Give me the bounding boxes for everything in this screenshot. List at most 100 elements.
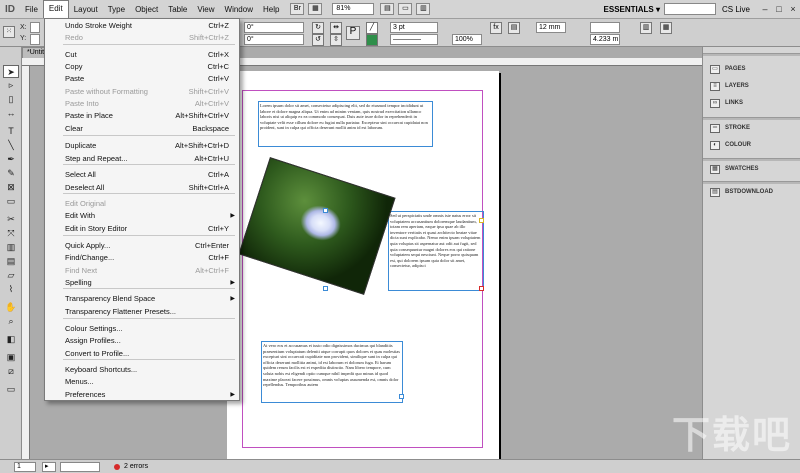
page-nav-icon[interactable]: ▸: [42, 462, 56, 472]
free-transform-tool-icon[interactable]: ⤧: [3, 227, 19, 240]
dimension-field-2[interactable]: [590, 22, 620, 33]
fill-swatch-icon[interactable]: ╱: [366, 22, 378, 34]
text-frame-top[interactable]: Lorem ipsum dolor sit amet, consectetur …: [258, 101, 433, 147]
dimension-field-1[interactable]: 12 mm: [536, 22, 566, 33]
gradient-swatch-tool-icon[interactable]: ▥: [3, 241, 19, 254]
rotation-field[interactable]: 0°: [244, 22, 304, 33]
effects-icon[interactable]: fx: [490, 22, 502, 34]
y-field[interactable]: [30, 34, 40, 45]
text-frame-middle[interactable]: Sed ut perspiciatis unde omnis iste natu…: [388, 211, 484, 291]
pen-tool-icon[interactable]: ✒: [3, 153, 19, 166]
edit-menu-item-colour-settings[interactable]: Colour Settings...: [45, 323, 239, 335]
hand-tool-icon[interactable]: ✋: [3, 301, 19, 314]
panel-links[interactable]: ∞ LINKS: [703, 95, 800, 111]
edit-menu-item-menus[interactable]: Menus...: [45, 376, 239, 388]
edit-menu-item-undo-stroke-weight[interactable]: Undo Stroke Weight Ctrl+Z: [45, 20, 239, 32]
search-input[interactable]: [663, 3, 716, 15]
edit-menu-item-edit-with[interactable]: Edit With ▶: [45, 210, 239, 222]
edit-menu-item-assign-profiles[interactable]: Assign Profiles...: [45, 335, 239, 347]
menu-edit[interactable]: Edit: [42, 0, 69, 18]
preflight-profile-field[interactable]: [60, 462, 100, 472]
note-tool-icon[interactable]: ▱: [3, 269, 19, 282]
stroke-weight-field[interactable]: 3 pt: [390, 22, 438, 33]
gap-tool-icon[interactable]: ↔: [3, 107, 19, 120]
edit-menu-item-select-all[interactable]: Select All Ctrl+A: [45, 169, 239, 181]
menu-help[interactable]: Help: [258, 0, 284, 19]
edit-menu-item-cut[interactable]: Cut Ctrl+X: [45, 49, 239, 61]
vertical-ruler[interactable]: [22, 66, 30, 459]
scissors-tool-icon[interactable]: ✂: [3, 213, 19, 226]
menu-window[interactable]: Window: [220, 0, 258, 19]
panel-layers[interactable]: ≡ LAYERS: [703, 78, 800, 94]
selection-handle[interactable]: [479, 218, 484, 223]
flip-v-icon[interactable]: ⇳: [330, 34, 342, 46]
edit-menu-item-step-and-repeat[interactable]: Step and Repeat... Alt+Ctrl+U: [45, 153, 239, 165]
edit-menu-item-keyboard-shortcuts[interactable]: Keyboard Shortcuts...: [45, 364, 239, 376]
edit-menu-item-duplicate[interactable]: Duplicate Alt+Shift+Ctrl+D: [45, 140, 239, 152]
paragraph-icon[interactable]: P: [346, 26, 360, 40]
edit-menu-item-preferences[interactable]: Preferences ▶: [45, 389, 239, 401]
x-field[interactable]: [30, 22, 40, 33]
edit-menu-item-transparency-flattener-presets[interactable]: Transparency Flattener Presets...: [45, 306, 239, 318]
arrange-documents-icon[interactable]: ▥: [416, 3, 431, 15]
eyedropper-tool-icon[interactable]: ⌇: [3, 283, 19, 296]
shear-field[interactable]: 0°: [244, 34, 304, 45]
reference-point-icon[interactable]: ⁙: [3, 26, 15, 38]
edit-menu-item-spelling[interactable]: Spelling ▶: [45, 277, 239, 289]
edit-menu-item-copy[interactable]: Copy Ctrl+C: [45, 61, 239, 73]
menu-object[interactable]: Object: [130, 0, 163, 19]
formatting-container-icon[interactable]: ▣: [3, 351, 19, 364]
pencil-tool-icon[interactable]: ✎: [3, 167, 19, 180]
edit-menu-item-convert-to-profile[interactable]: Convert to Profile...: [45, 348, 239, 360]
selection-tool-icon[interactable]: ➤: [3, 65, 19, 78]
apply-none-icon[interactable]: ⧄: [3, 365, 19, 378]
dimension-field-3[interactable]: 4.233 m: [590, 34, 620, 45]
text-wrap-icon[interactable]: ▤: [508, 22, 520, 34]
edit-menu-item-transparency-blend-space[interactable]: Transparency Blend Space ▶: [45, 293, 239, 305]
panel-colour[interactable]: ◐ COLOUR: [703, 137, 800, 153]
page-number-field[interactable]: 1: [14, 462, 36, 472]
view-options-icon[interactable]: ▤: [380, 3, 395, 15]
opacity-field[interactable]: 100%: [452, 34, 482, 45]
workspace-switcher[interactable]: ESSENTIALS ▾: [604, 5, 660, 14]
screen-mode-icon[interactable]: ▭: [398, 3, 413, 15]
zoom-tool-icon[interactable]: ⌕: [3, 315, 19, 328]
panel-stroke[interactable]: ═ STROKE: [703, 120, 800, 136]
text-frame-out-port[interactable]: [399, 394, 404, 399]
edit-menu-item-paste[interactable]: Paste Ctrl+V: [45, 73, 239, 85]
menu-table[interactable]: Table: [163, 0, 192, 19]
direct-selection-tool-icon[interactable]: ▹: [3, 79, 19, 92]
cs-live-button[interactable]: CS Live: [722, 5, 750, 14]
bridge-icon[interactable]: Br: [290, 3, 305, 15]
rotate-cw-icon[interactable]: ↻: [312, 22, 324, 34]
menu-layout[interactable]: Layout: [69, 0, 103, 19]
page-tool-icon[interactable]: ▯: [3, 93, 19, 106]
menu-view[interactable]: View: [192, 0, 219, 19]
rectangle-tool-icon[interactable]: ▭: [3, 195, 19, 208]
fill-stroke-icon[interactable]: ◧: [3, 333, 19, 346]
flip-h-icon[interactable]: ⇹: [330, 22, 342, 34]
selection-handle[interactable]: [323, 208, 328, 213]
stroke-swatch-icon[interactable]: [366, 34, 378, 46]
rotate-ccw-icon[interactable]: ↺: [312, 34, 324, 46]
edit-menu-item-quick-apply[interactable]: Quick Apply... Ctrl+Enter: [45, 240, 239, 252]
type-tool-icon[interactable]: T: [3, 125, 19, 138]
mini-bridge-icon[interactable]: ▦: [308, 3, 323, 15]
screen-mode-tool-icon[interactable]: ▭: [3, 383, 19, 396]
panel-pages[interactable]: ▭ PAGES: [703, 61, 800, 77]
line-tool-icon[interactable]: ╲: [3, 139, 19, 152]
edit-menu-item-clear[interactable]: Clear Backspace: [45, 123, 239, 135]
edit-menu-item-deselect-all[interactable]: Deselect All Shift+Ctrl+A: [45, 182, 239, 194]
selection-handle[interactable]: [323, 286, 328, 291]
edit-menu-item-edit-in-story-editor[interactable]: Edit in Story Editor Ctrl+Y: [45, 223, 239, 235]
overset-text-icon[interactable]: [479, 286, 484, 291]
minimize-icon[interactable]: –: [758, 3, 772, 15]
zoom-level-field[interactable]: 81%: [332, 3, 375, 15]
distribute-icon[interactable]: ▦: [660, 22, 672, 34]
panel-swatches[interactable]: ▦ SWATCHES: [703, 161, 800, 177]
edit-menu-item-find-change[interactable]: Find/Change... Ctrl+F: [45, 252, 239, 264]
stroke-type-field[interactable]: ————: [390, 34, 438, 45]
close-icon[interactable]: ×: [786, 3, 800, 15]
align-icon[interactable]: ▥: [640, 22, 652, 34]
menu-file[interactable]: File: [20, 0, 43, 19]
